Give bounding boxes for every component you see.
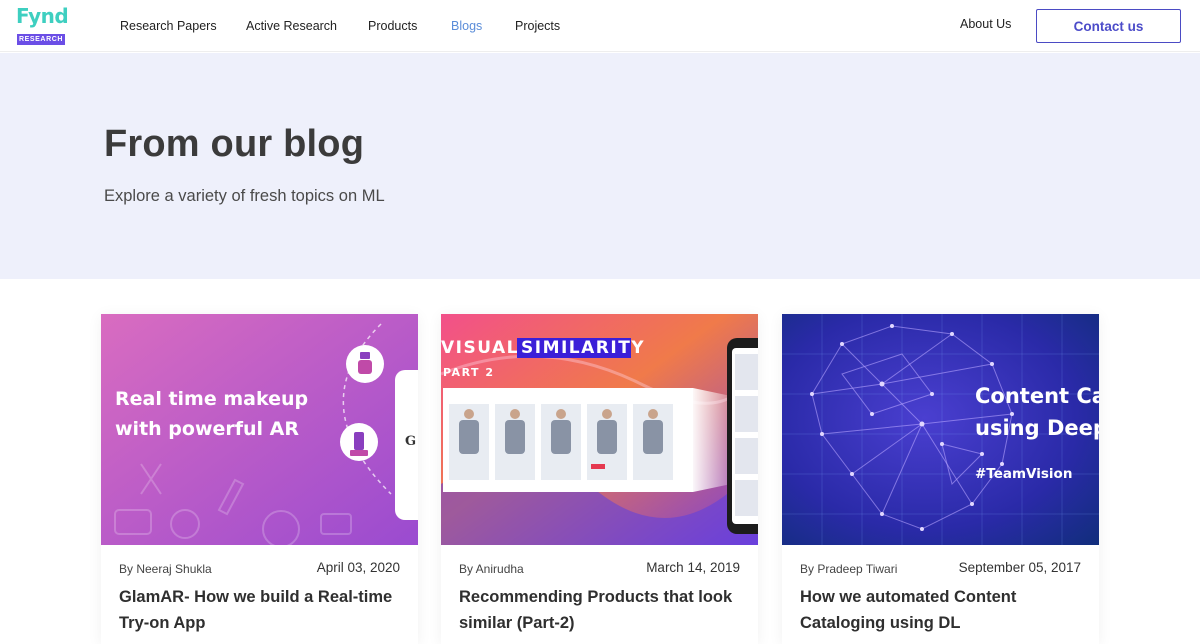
blog-card-content-cataloging[interactable]: Content Ca using Deep #TeamVision By Pra… <box>782 314 1099 644</box>
blog-card-image[interactable]: VISUAL SIMILARITY PART 2 <box>441 314 758 545</box>
image-phone-glyph: G <box>405 434 417 449</box>
nav-item-products[interactable]: Products <box>368 0 417 52</box>
nav-item-research-papers[interactable]: Research Papers <box>120 0 217 52</box>
blog-card-date: April 03, 2020 <box>316 560 400 575</box>
nav-label-blogs[interactable]: Blogs <box>451 19 482 33</box>
contact-us-button[interactable]: Contact us <box>1036 9 1181 43</box>
blog-card-author: By Pradeep Tiwari <box>800 562 898 576</box>
blog-card-glamar[interactable]: Real time makeup with powerful AR G By N… <box>101 314 418 644</box>
blog-card-meta: By Pradeep Tiwari September 05, 2017 <box>800 560 1081 578</box>
blog-card-date: March 14, 2019 <box>646 560 740 575</box>
blog-card-meta: By Neeraj Shukla April 03, 2020 <box>119 560 400 578</box>
blog-card-image[interactable]: Real time makeup with powerful AR G <box>101 314 418 545</box>
nav-label-research-papers[interactable]: Research Papers <box>120 19 217 33</box>
page-subtitle: Explore a variety of fresh topics on ML <box>104 187 385 205</box>
image-headline: Content Ca using Deep <box>975 380 1099 444</box>
blog-hero: From our blog Explore a variety of fresh… <box>0 53 1200 279</box>
blog-card-title[interactable]: Recommending Products that look similar … <box>459 584 744 636</box>
nav-item-blogs[interactable]: Blogs <box>451 0 482 52</box>
image-headline-line-1: Content Ca <box>975 384 1099 408</box>
image-headline-line-2: using Deep <box>975 416 1099 440</box>
blog-card-title[interactable]: How we automated Content Cataloging usin… <box>800 584 1085 636</box>
image-headline-part: PART 2 <box>443 366 495 379</box>
blog-card-visual-similarity[interactable]: VISUAL SIMILARITY PART 2 By Anirudha Mar… <box>441 314 758 644</box>
logo-subtitle: RESEARCH <box>17 34 65 45</box>
blog-card-author: By Anirudha <box>459 562 524 576</box>
top-navigation-bar: Fynd RESEARCH Research Papers Active Res… <box>0 0 1200 52</box>
image-headline: Real time makeup with powerful AR <box>115 384 308 444</box>
blog-card-meta: By Anirudha March 14, 2019 <box>459 560 740 578</box>
image-headline-line-1: Real time makeup <box>115 388 309 410</box>
blog-card-author: By Neeraj Shukla <box>119 562 212 576</box>
nav-label-projects[interactable]: Projects <box>515 19 560 33</box>
blog-card-image[interactable]: Content Ca using Deep #TeamVision <box>782 314 1099 545</box>
logo-wordmark: Fynd <box>16 4 69 28</box>
blog-card-title[interactable]: GlamAR- How we build a Real-time Try-on … <box>119 584 404 636</box>
fynd-research-logo[interactable]: Fynd RESEARCH <box>16 4 69 46</box>
page-title: From our blog <box>104 123 365 165</box>
image-headline-similarity: SIMILARITY <box>521 338 646 358</box>
blog-card-date: September 05, 2017 <box>958 560 1081 575</box>
about-us-link[interactable]: About Us <box>960 17 1011 31</box>
nav-label-active-research[interactable]: Active Research <box>246 19 337 33</box>
nav-item-projects[interactable]: Projects <box>515 0 560 52</box>
image-headline-line-2: with powerful AR <box>115 418 300 440</box>
nav-item-active-research[interactable]: Active Research <box>246 0 337 52</box>
nav-label-products[interactable]: Products <box>368 19 417 33</box>
image-headline-visual: VISUAL <box>441 338 519 358</box>
image-hashtag: #TeamVision <box>975 466 1073 482</box>
